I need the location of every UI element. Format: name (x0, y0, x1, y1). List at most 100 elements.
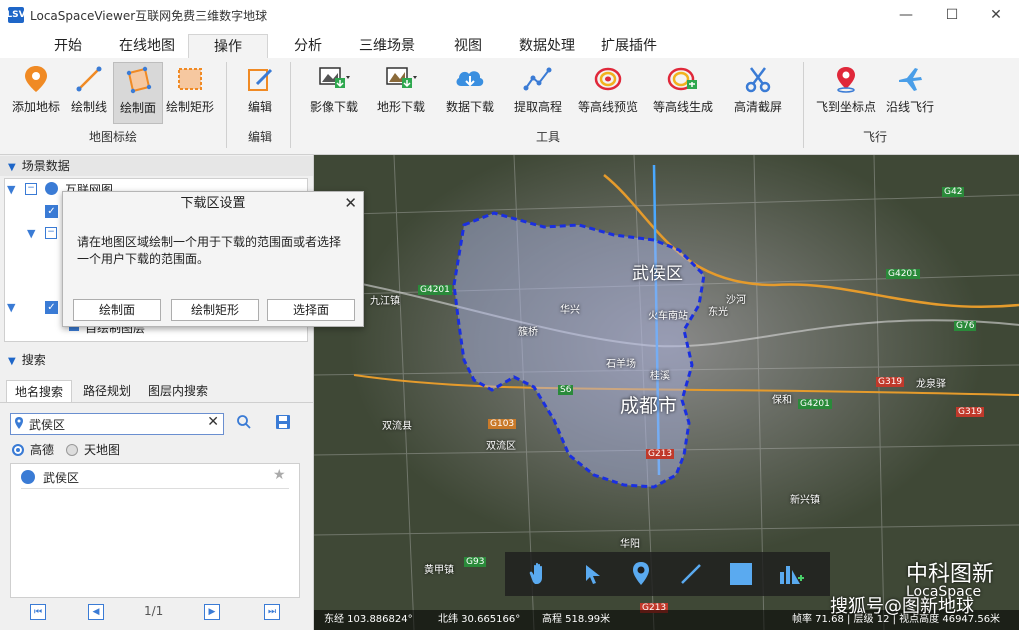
fly-to-coord-button[interactable]: 飞到坐标点 (814, 62, 878, 122)
tab-data-process[interactable]: 数据处理 (510, 34, 584, 58)
extract-elevation-button[interactable]: 提取高程 (508, 62, 568, 122)
map-label: 沙河 (726, 295, 746, 306)
road-badge: S6 (558, 385, 574, 395)
search-header[interactable]: ▼ 搜索 (0, 350, 313, 370)
save-icon[interactable] (275, 414, 291, 433)
collapse-box-icon[interactable]: − (45, 227, 57, 239)
hd-capture-button[interactable]: 高清截屏 (728, 62, 788, 122)
tab-online-map[interactable]: 在线地图 (110, 34, 184, 58)
image-download-icon (317, 62, 351, 96)
maximize-button[interactable]: ☐ (929, 0, 975, 30)
polygon-icon (121, 63, 155, 97)
search-results: 武侯区 ★ (10, 463, 300, 598)
clear-icon[interactable]: ✕ (207, 414, 219, 430)
draw-polygon-dialog-button[interactable]: 绘制面 (73, 299, 161, 321)
search-tabs: 地名搜索 路径规划 图层内搜索 (0, 380, 313, 403)
contour-generate-button[interactable]: 等高线生成 (648, 62, 718, 122)
measure-add-icon[interactable] (777, 560, 805, 591)
rectangle-tool-icon[interactable] (727, 560, 755, 591)
marker-pin-icon[interactable] (629, 560, 653, 591)
ribbon: 添加地标 绘制线 绘制面 绘制矩形 地图标绘 编辑 编辑 影像下载 地形下载 数… (0, 58, 1019, 155)
map-label: 龙泉驿 (916, 379, 946, 390)
radio-selected-icon (12, 443, 24, 456)
pan-hand-icon[interactable] (525, 560, 553, 591)
terrain-download-button[interactable]: 地形下载 (370, 62, 432, 122)
map-pin-icon (19, 62, 53, 96)
last-page-button[interactable]: ⏭ (264, 604, 280, 620)
draw-rectangle-button[interactable]: 绘制矩形 (164, 62, 216, 122)
layer-checkbox[interactable]: ✓ (45, 301, 58, 314)
tab-analysis[interactable]: 分析 (280, 34, 336, 58)
minimize-button[interactable]: — (883, 0, 929, 30)
map-label: 成都市 (620, 395, 678, 417)
road-badge: G4201 (418, 285, 452, 295)
search-icon[interactable] (236, 414, 252, 433)
contour-preview-button[interactable]: 等高线预览 (573, 62, 643, 122)
map-label: 新兴镇 (790, 495, 820, 506)
window-title: LocaSpaceViewer互联网免费三维数字地球 (30, 8, 268, 23)
select-polygon-dialog-button[interactable]: 选择面 (267, 299, 355, 321)
result-item-label[interactable]: 武侯区 (43, 469, 79, 486)
map-label: 华阳 (620, 539, 640, 550)
road-badge: G319 (876, 377, 905, 387)
road-badge: G319 (956, 407, 985, 417)
map-toolbar (505, 552, 830, 596)
draw-line-button[interactable]: 绘制线 (66, 62, 112, 122)
select-arrow-icon[interactable] (581, 562, 605, 589)
tab-operate[interactable]: 操作 (188, 34, 268, 59)
map-label: 华兴 (560, 305, 580, 316)
cloud-download-icon (453, 62, 487, 96)
expand-triangle-icon[interactable]: ▼ (7, 301, 15, 314)
prev-page-button[interactable]: ◀ (88, 604, 104, 620)
group-label-fly: 飞行 (862, 130, 887, 144)
contour-generate-icon (666, 62, 700, 96)
tab-view[interactable]: 视图 (440, 34, 496, 58)
provider-tianditu-radio[interactable]: 天地图 (66, 441, 120, 458)
globe-icon (21, 470, 35, 484)
scene-data-header[interactable]: ▼ 场景数据 (0, 156, 313, 176)
first-page-button[interactable]: ⏮ (30, 604, 46, 620)
airplane-icon (893, 62, 927, 96)
download-area-dialog: 下载区设置 ✕ 请在地图区域绘制一个用于下载的范围面或者选择一个用户下载的范围面… (62, 191, 364, 327)
add-marker-button[interactable]: 添加地标 (8, 62, 64, 122)
tab-start[interactable]: 开始 (40, 34, 96, 58)
collapse-box-icon[interactable]: − (25, 183, 37, 195)
road-badge: G76 (954, 321, 977, 331)
data-download-button[interactable]: 数据下载 (440, 62, 500, 122)
road-badge: G103 (488, 419, 517, 429)
search-value: 武侯区 (29, 418, 66, 432)
app-logo: LSV (6, 7, 26, 23)
group-divider (226, 62, 227, 148)
tab-3d-scene[interactable]: 三维场景 (350, 34, 424, 58)
map-label: 保和 (772, 395, 792, 406)
tab-place-search[interactable]: 地名搜索 (6, 380, 72, 403)
tab-layer-search[interactable]: 图层内搜索 (142, 380, 214, 402)
fly-along-line-button[interactable]: 沿线飞行 (882, 62, 938, 122)
map-label: 双流县 (382, 421, 412, 432)
favorite-star-icon[interactable]: ★ (273, 467, 286, 483)
tab-route-planning[interactable]: 路径规划 (76, 380, 138, 402)
expand-triangle-icon[interactable]: ▼ (27, 227, 35, 240)
pencil-icon (243, 62, 277, 96)
road-badge: G42 (942, 187, 965, 197)
close-icon[interactable]: ✕ (344, 194, 357, 212)
next-page-button[interactable]: ▶ (204, 604, 220, 620)
tab-plugins[interactable]: 扩展插件 (592, 34, 666, 58)
divider (0, 402, 313, 403)
radio-unselected-icon (66, 443, 78, 456)
map-label: 九江镇 (370, 296, 400, 307)
expand-triangle-icon[interactable]: ▼ (7, 183, 15, 196)
draw-rectangle-dialog-button[interactable]: 绘制矩形 (171, 299, 259, 321)
draw-polygon-button[interactable]: 绘制面 (113, 62, 163, 124)
search-input[interactable]: 武侯区 ✕ (10, 413, 224, 435)
road-badge: G4201 (798, 399, 832, 409)
map-label: 簇桥 (518, 327, 538, 338)
image-download-button[interactable]: 影像下载 (304, 62, 364, 122)
edit-button[interactable]: 编辑 (240, 62, 280, 122)
line-tool-icon[interactable] (679, 562, 703, 589)
map-label: 石羊场 (606, 359, 636, 370)
layer-checkbox[interactable]: ✓ (45, 205, 58, 218)
location-target-icon (829, 62, 863, 96)
close-window-button[interactable]: ✕ (973, 0, 1019, 30)
provider-amap-radio[interactable]: 高德 (12, 441, 54, 458)
